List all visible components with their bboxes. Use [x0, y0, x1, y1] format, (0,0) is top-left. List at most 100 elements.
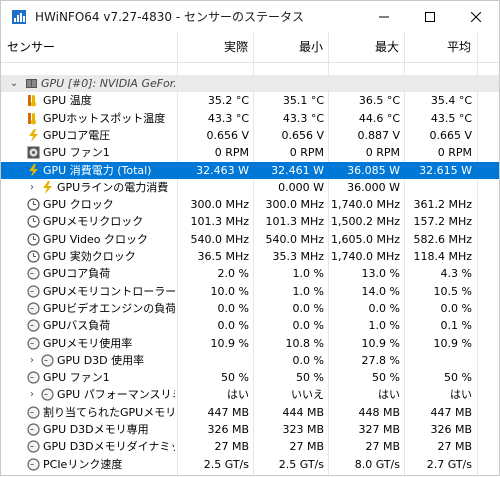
value-avg: 157.2 MHz — [413, 215, 472, 229]
value-min: 0.656 V — [281, 128, 324, 142]
column-header-current[interactable]: 実際 — [178, 32, 248, 62]
sensor-row[interactable]: GPUメモリ使用率 10.9 % 10.8 % 10.9 % 10.9 % — [1, 335, 499, 352]
value-avg — [405, 352, 472, 369]
column-header-sensor[interactable]: センサー — [7, 32, 55, 62]
sensor-row[interactable]: › GPU パフォーマンスリミ... はい いいえ はい はい — [1, 386, 499, 403]
sensor-row[interactable]: GPUコア負荷 2.0 % 1.0 % 13.0 % 4.3 % — [1, 265, 499, 282]
gpu-card-icon — [25, 77, 38, 90]
value-min — [254, 75, 324, 92]
value-current: 27 MB — [214, 440, 249, 454]
gauge-icon — [27, 423, 40, 436]
title-bar[interactable]: HWiNFO64 v7.27-4830 - センサーのステータス — [1, 1, 499, 32]
value-min: 35.3 MHz — [272, 250, 324, 263]
sensor-name: GPUラインの電力消費 — [57, 180, 169, 194]
value-avg: 50 % — [444, 371, 472, 385]
value-current: 2.0 % — [217, 267, 249, 281]
minimize-button[interactable] — [361, 1, 407, 32]
gauge-icon — [41, 354, 54, 367]
lightning-icon — [27, 163, 40, 177]
value-avg: 10.5 % — [433, 284, 472, 298]
expand-icon[interactable]: › — [27, 386, 37, 403]
value-min: 2.5 GT/s — [278, 457, 324, 471]
value-max: 36.5 °C — [358, 94, 400, 108]
sensor-row[interactable]: GPU 温度 35.2 °C 35.1 °C 36.5 °C 35.4 °C — [1, 92, 499, 109]
sensor-row[interactable]: GPU ファン1 0 RPM 0 RPM 0 RPM 0 RPM — [1, 144, 499, 161]
close-button[interactable] — [453, 1, 499, 32]
value-current: 0.0 % — [217, 319, 249, 333]
value-min: 32.461 W — [271, 163, 324, 177]
gauge-icon — [27, 406, 40, 419]
expand-icon[interactable]: › — [27, 352, 37, 369]
value-max: 50 % — [372, 371, 400, 385]
clock-icon — [27, 198, 40, 211]
column-header-max[interactable]: 最大 — [329, 32, 399, 62]
sensor-row[interactable]: GPU 消費電力 (Total) 32.463 W 32.461 W 36.085 W… — [1, 161, 499, 179]
value-max: 1,740.0 MHz — [330, 250, 400, 263]
sensor-row[interactable]: GPUバス負荷 0.0 % 0.0 % 1.0 % 0.1 % — [1, 317, 499, 334]
value-avg: 326 MB — [430, 423, 472, 436]
sensor-name: GPU 消費電力 (Total) — [43, 163, 152, 177]
value-avg: 32.615 W — [419, 163, 472, 177]
expand-icon[interactable]: ⌄ — [9, 75, 19, 92]
value-current: 0.656 V — [206, 128, 249, 142]
value-max: 10.9 % — [361, 336, 400, 350]
sensor-row[interactable]: GPU ファン1 50 % 50 % 50 % 50 % — [1, 369, 499, 386]
value-current: 300.0 MHz — [190, 198, 249, 212]
value-avg: 35.4 °C — [430, 94, 472, 108]
sensor-name: GPUコア電圧 — [43, 128, 111, 142]
sensor-row[interactable]: › GPUラインの電力消費 0.000 W 36.000 W — [1, 179, 499, 196]
sensor-row[interactable]: GPU クロック 300.0 MHz 300.0 MHz 1,740.0 MHz 361… — [1, 196, 499, 213]
sensor-name: GPUホットスポット温度 — [43, 111, 166, 125]
value-current — [178, 179, 249, 196]
column-header-avg[interactable]: 平均 — [405, 32, 471, 62]
value-avg: 2.7 GT/s — [426, 457, 472, 471]
value-current: はい — [227, 388, 249, 402]
value-avg: 118.4 MHz — [413, 250, 472, 263]
window-title: HWiNFO64 v7.27-4830 - センサーのステータス — [35, 10, 305, 24]
sensor-name: GPU パフォーマンスリミ... — [57, 388, 175, 402]
sensor-window: HWiNFO64 v7.27-4830 - センサーのステータス センサー 実際… — [0, 0, 500, 477]
sensor-row[interactable]: GPUメモリクロック 101.3 MHz 101.3 MHz 1,500.2 MHz 1… — [1, 213, 499, 230]
value-avg: 4.3 % — [440, 267, 472, 281]
sensor-name: GPU 温度 — [43, 94, 92, 108]
value-avg — [405, 75, 472, 92]
value-min: 35.1 °C — [282, 94, 324, 108]
sensor-row[interactable]: PCIeリンク速度 2.5 GT/s 2.5 GT/s 8.0 GT/s 2.7 GT/… — [1, 456, 499, 473]
sensor-name: GPU 実効クロック — [43, 250, 136, 263]
expand-icon[interactable]: › — [27, 179, 37, 196]
maximize-icon — [425, 11, 435, 22]
clock-icon — [27, 233, 40, 246]
sensor-row[interactable]: GPUコア電圧 0.656 V 0.656 V 0.887 V 0.665 V — [1, 127, 499, 144]
sensor-row[interactable]: GPUメモリコントローラーの... 10.0 % 1.0 % 14.0 % 10.5 % — [1, 283, 499, 300]
value-avg: 447 MB — [430, 405, 472, 419]
sensor-name: GPU D3Dメモリ専用 — [43, 423, 149, 436]
value-max: 36.000 W — [347, 180, 400, 194]
table-header: センサー 実際 最小 最大 平均 — [1, 32, 499, 63]
maximize-button[interactable] — [407, 1, 453, 32]
value-min: 50 % — [296, 371, 324, 385]
sensor-name: GPU D3D 使用率 — [57, 353, 145, 367]
sensor-row[interactable]: GPUビデオエンジンの負荷 0.0 % 0.0 % 0.0 % 0.0 % — [1, 300, 499, 317]
sensor-group-row[interactable]: ⌄ GPU [#0]: NVIDIA GeFor... — [1, 75, 499, 92]
value-avg: 27 MB — [437, 440, 472, 454]
sensor-row[interactable]: 割り当てられたGPUメモリ 447 MB 444 MB 448 MB 447 MB — [1, 404, 499, 421]
value-avg: 0.665 V — [429, 128, 472, 142]
sensor-row[interactable]: GPU D3Dメモリ専用 326 MB 323 MB 327 MB 326 MB — [1, 421, 499, 438]
sensor-row[interactable]: › GPU D3D 使用率 0.0 % 27.8 % — [1, 352, 499, 369]
value-min: 444 MB — [282, 405, 324, 419]
value-max: 1,740.0 MHz — [330, 198, 400, 212]
sensor-row[interactable]: GPU 実効クロック 36.5 MHz 35.3 MHz 1,740.0 MHz 118… — [1, 248, 499, 265]
sensor-row[interactable]: GPUホットスポット温度 43.3 °C 43.3 °C 44.6 °C 43.5 °C — [1, 110, 499, 127]
sensor-row[interactable]: GPU D3Dメモリダイナミック 27 MB 27 MB 27 MB 27 MB — [1, 438, 499, 455]
gauge-icon — [27, 267, 40, 280]
value-current: 0 RPM — [214, 146, 249, 160]
value-avg: 0.1 % — [440, 319, 472, 333]
value-avg: はい — [450, 388, 472, 402]
column-header-min[interactable]: 最小 — [254, 32, 323, 62]
value-min: 300.0 MHz — [265, 198, 324, 212]
value-avg: 0.0 % — [440, 301, 472, 315]
value-min: 0.000 W — [278, 180, 324, 194]
value-min: 101.3 MHz — [265, 215, 324, 229]
value-current: 540.0 MHz — [190, 232, 249, 246]
sensor-row[interactable]: GPU Video クロック 540.0 MHz 540.0 MHz 1,605.0 … — [1, 231, 499, 248]
